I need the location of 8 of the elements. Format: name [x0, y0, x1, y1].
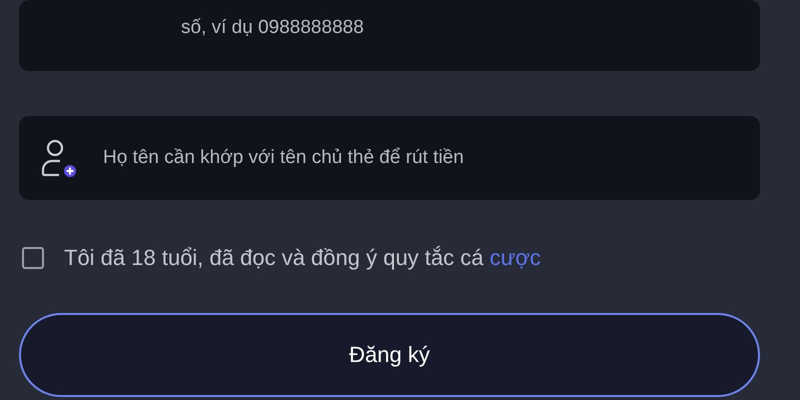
user-add-icon	[41, 138, 77, 178]
text-field[interactable]: số, ví dụ 0988888888	[19, 0, 760, 71]
input-field[interactable]: số, ví dụ 0988888888	[179, 16, 760, 40]
agreement-text: Tôi đã 18 tuổi, đã đọc và đồng ý quy tắc cá cược	[64, 245, 541, 271]
input-field[interactable]: Họ tên cần khớp với tên chủ thẻ để rút tiền	[101, 146, 760, 170]
text-field[interactable]: Họ tên cần khớp với tên chủ thẻ để rút tiền	[19, 116, 760, 200]
register-button[interactable]: Đăng ký	[19, 313, 760, 397]
checkbox[interactable]	[22, 247, 44, 269]
